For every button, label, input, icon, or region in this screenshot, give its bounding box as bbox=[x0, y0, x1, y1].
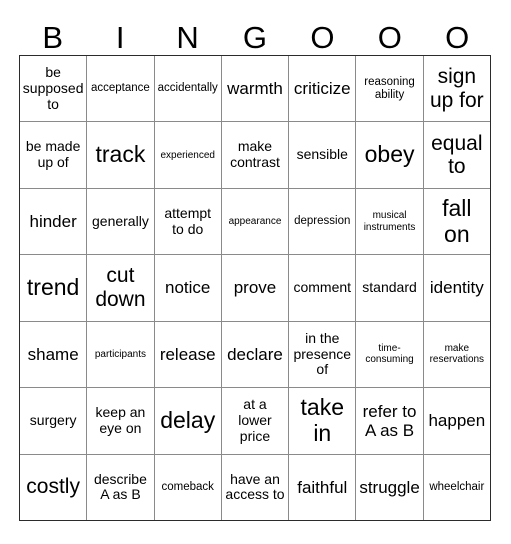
bingo-header-letter-1: B bbox=[42, 20, 64, 55]
bingo-cell-r1-c2[interactable]: acceptance bbox=[87, 56, 155, 122]
bingo-cell-r3-c6[interactable]: musical instruments bbox=[356, 188, 424, 255]
bingo-cell-r3-c3[interactable]: attempt to do bbox=[155, 188, 222, 255]
bingo-cell-r2-c7[interactable]: equal to bbox=[424, 122, 490, 187]
bingo-card: B I N G O O O be supposed to acceptance accident… bbox=[0, 0, 511, 544]
bingo-cell-r7-c7[interactable]: wheelchair bbox=[424, 455, 490, 520]
bingo-header-letter-4: G bbox=[242, 20, 268, 55]
bingo-header-letter-3: N bbox=[176, 20, 199, 55]
bingo-cell-r5-c2[interactable]: participants bbox=[87, 321, 155, 388]
bingo-cell-r6-c7[interactable]: happen bbox=[424, 388, 490, 453]
bingo-cell-r5-c7[interactable]: make reservations bbox=[424, 322, 490, 387]
bingo-cell-r4-c3[interactable]: notice bbox=[155, 255, 222, 321]
bingo-cell-r3-c7[interactable]: fall on bbox=[424, 189, 490, 254]
bingo-header-letter-2: I bbox=[115, 20, 125, 55]
bingo-cell-r3-c4[interactable]: appearance bbox=[222, 188, 290, 255]
bingo-cell-r6-c2[interactable]: keep an eye on bbox=[87, 388, 155, 454]
bingo-cell-r2-c6[interactable]: obey bbox=[356, 122, 424, 188]
bingo-cell-r2-c5[interactable]: sensible bbox=[289, 122, 357, 188]
bingo-cell-r6-c3[interactable]: delay bbox=[155, 388, 222, 454]
bingo-cell-r6-c4[interactable]: at a lower price bbox=[222, 388, 290, 454]
bingo-cell-r3-c2[interactable]: generally bbox=[87, 188, 155, 255]
bingo-cell-r6-c5[interactable]: take in bbox=[289, 388, 357, 454]
bingo-cell-r7-c5[interactable]: faithful bbox=[289, 454, 357, 520]
bingo-cell-r4-c5[interactable]: comment bbox=[289, 255, 357, 321]
bingo-cell-r2-c1[interactable]: be made up of bbox=[20, 122, 88, 188]
bingo-row: hinder generally attempt to do appearance de… bbox=[20, 188, 490, 256]
bingo-cell-r7-c2[interactable]: describe A as B bbox=[87, 454, 155, 520]
bingo-cell-r1-c4[interactable]: warmth bbox=[222, 56, 290, 122]
bingo-row: costly describe A as Bcomeback have an acc… bbox=[20, 454, 490, 520]
bingo-cell-r5-c5[interactable]: in the presence of bbox=[289, 321, 357, 388]
bingo-cell-r6-c1[interactable]: surgery bbox=[20, 388, 88, 454]
bingo-cell-r4-c6[interactable]: standard bbox=[356, 255, 424, 321]
bingo-cell-r5-c3[interactable]: release bbox=[155, 321, 222, 388]
bingo-cell-r4-c2[interactable]: cut down bbox=[87, 255, 155, 321]
bingo-row: be made up of track experienced make contra… bbox=[20, 122, 490, 189]
bingo-cell-r5-c6[interactable]: time-consuming bbox=[356, 321, 424, 388]
bingo-cell-r1-c3[interactable]: accidentally bbox=[155, 56, 222, 122]
bingo-cell-r3-c1[interactable]: hinder bbox=[20, 188, 88, 255]
bingo-cell-r2-c4[interactable]: make contrast bbox=[222, 122, 290, 188]
bingo-cell-r3-c5[interactable]: depression bbox=[289, 188, 357, 255]
bingo-cell-r7-c4[interactable]: have an access to bbox=[222, 454, 290, 520]
bingo-row: shame participants release declare in the pr… bbox=[20, 321, 490, 389]
bingo-cell-r4-c7[interactable]: identity bbox=[424, 255, 490, 320]
bingo-header-letters: BINGOOO bbox=[19, 8, 491, 54]
bingo-cell-r4-c4[interactable]: prove bbox=[222, 255, 290, 321]
bingo-cell-r2-c2[interactable]: track bbox=[87, 122, 155, 188]
bingo-grid: be supposed to acceptance accidentally warm… bbox=[19, 55, 491, 521]
bingo-cell-r2-c3[interactable]: experienced bbox=[155, 122, 222, 188]
bingo-header-letter-7: O bbox=[445, 20, 470, 55]
bingo-cell-r1-c7[interactable]: sign up for bbox=[424, 56, 490, 121]
bingo-header-letter-6: O bbox=[377, 20, 402, 55]
bingo-cell-r1-c5[interactable]: criticize bbox=[289, 56, 357, 122]
bingo-header-letter-5: O bbox=[310, 20, 335, 55]
bingo-cell-r6-c6[interactable]: refer to A as B bbox=[356, 388, 424, 454]
bingo-cell-r1-c1[interactable]: be supposed to bbox=[20, 56, 88, 122]
bingo-cell-r4-c1[interactable]: trend bbox=[20, 255, 88, 321]
bingo-cell-r1-c6[interactable]: reasoning ability bbox=[356, 56, 424, 122]
bingo-cell-r5-c4[interactable]: declare bbox=[222, 321, 290, 388]
bingo-cell-r5-c1[interactable]: shame bbox=[20, 321, 88, 388]
bingo-row: trend cut down notice prove comment standard i… bbox=[20, 255, 490, 322]
bingo-cell-r7-c6[interactable]: struggle bbox=[356, 454, 424, 520]
bingo-cell-r7-c3[interactable]: comeback bbox=[155, 454, 222, 520]
bingo-row: surgery keep an eye on delay at a lower pri… bbox=[20, 388, 490, 455]
bingo-row: be supposed to acceptance accidentally warm… bbox=[20, 56, 490, 123]
bingo-cell-r7-c1[interactable]: costly bbox=[20, 454, 88, 520]
